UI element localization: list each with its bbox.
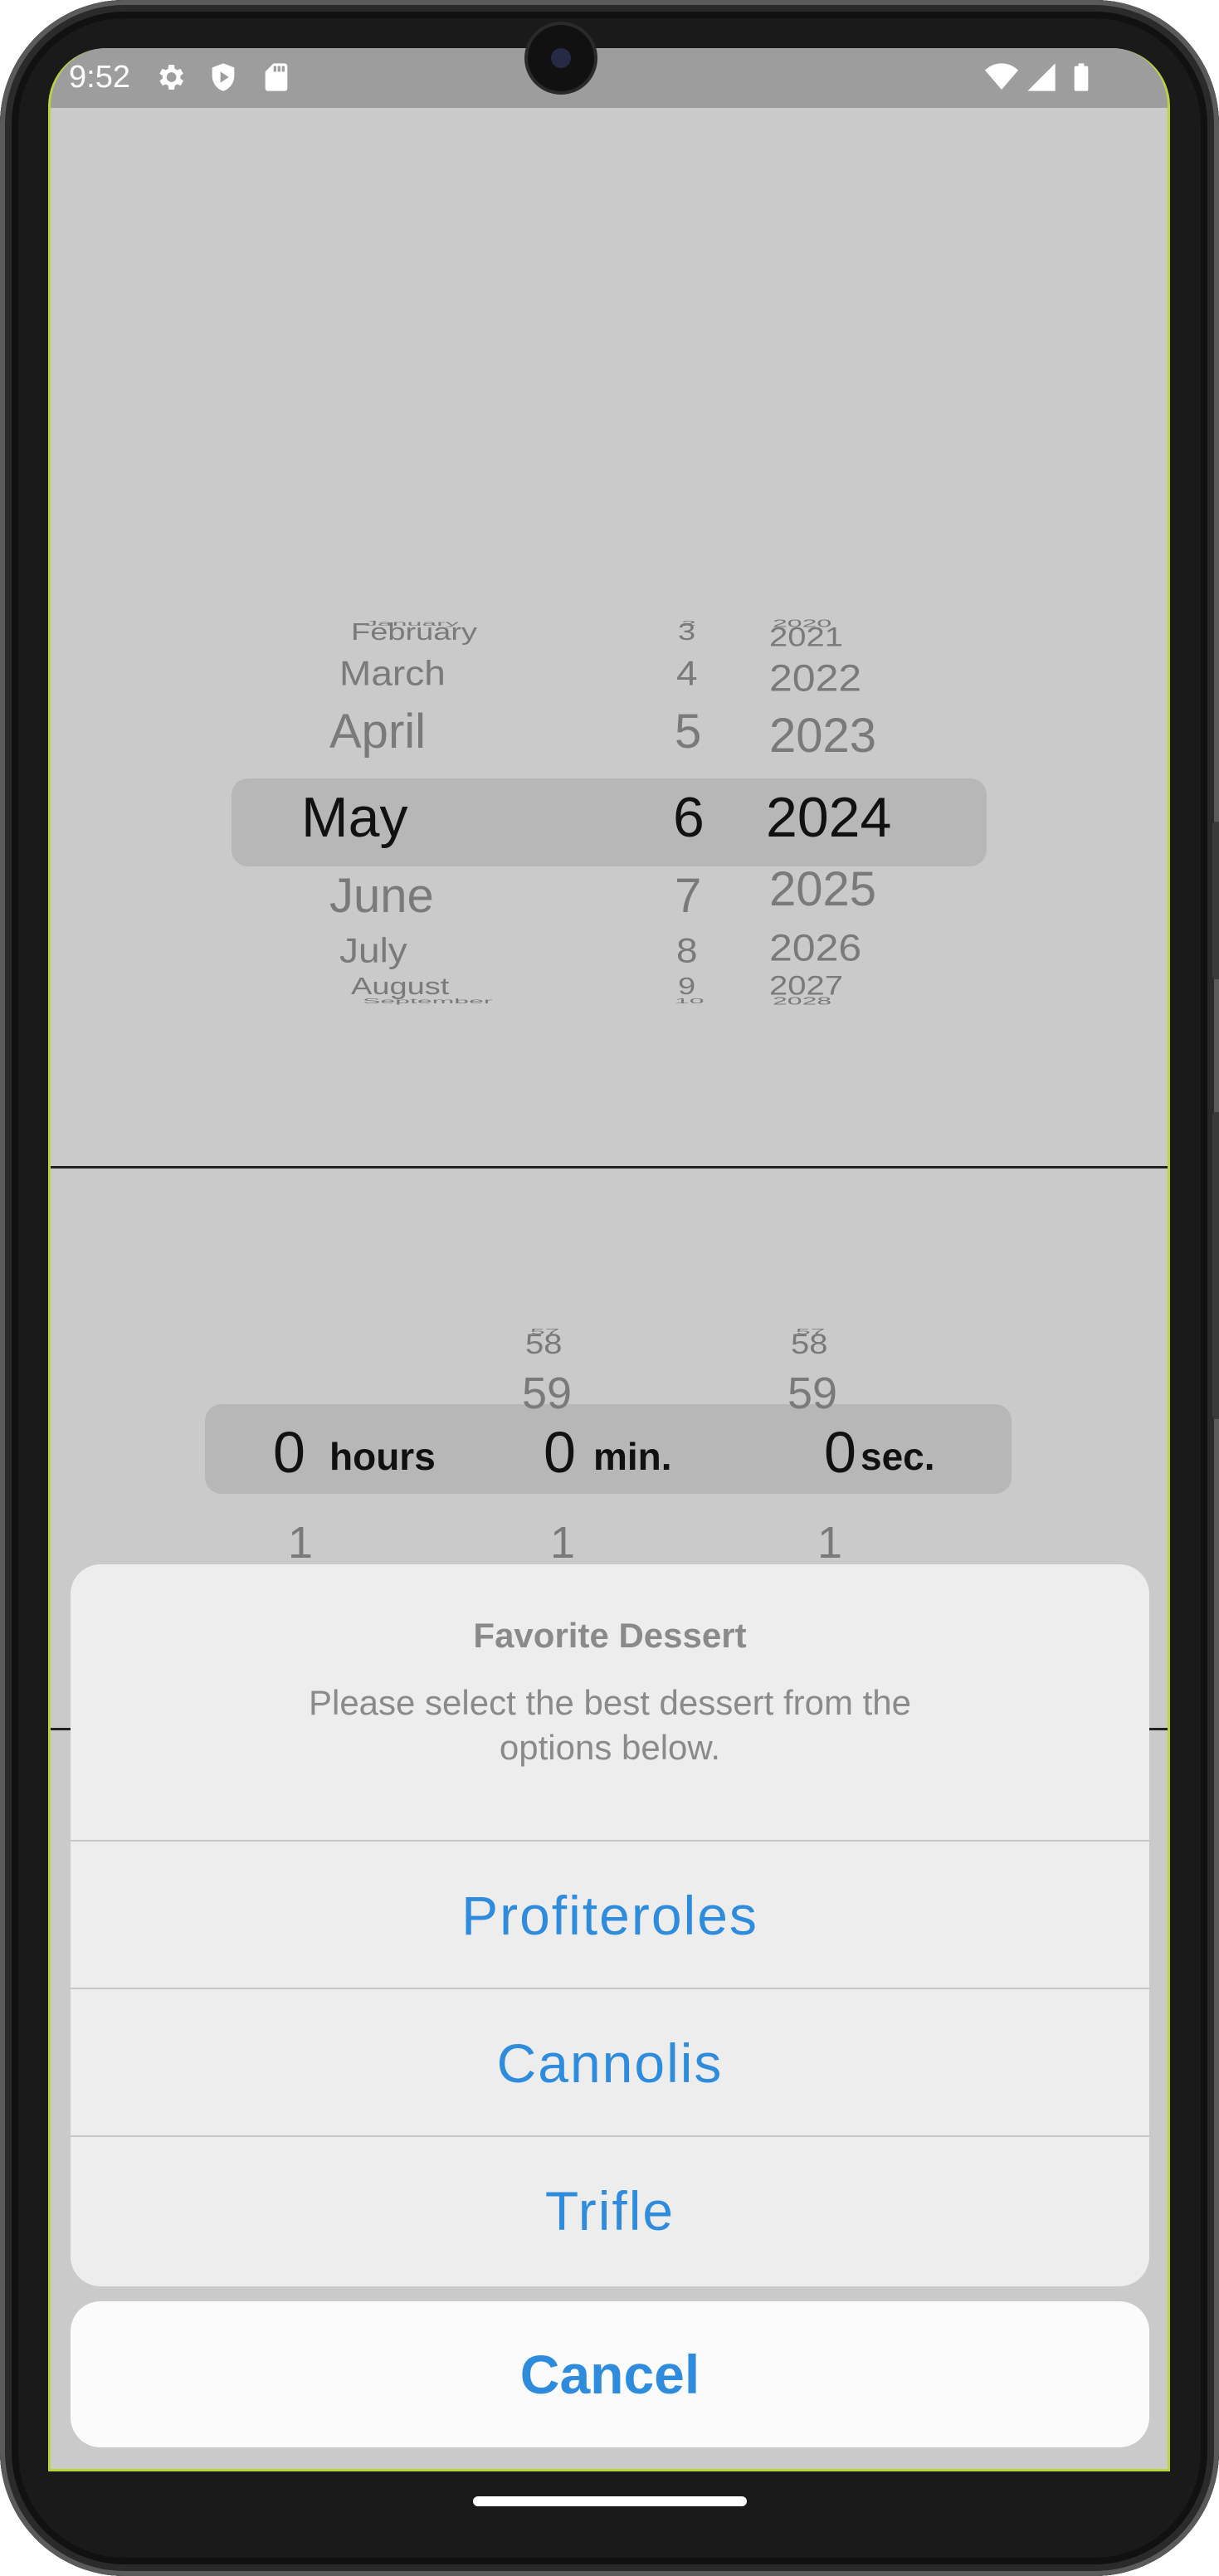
seconds-label: sec. bbox=[861, 1435, 935, 1478]
wheel-year[interactable]: 2028 bbox=[773, 995, 831, 1007]
wheel-day-selected[interactable]: 6 bbox=[673, 785, 705, 850]
wheel-hours-selected[interactable]: 0 bbox=[273, 1419, 305, 1486]
wheel-year[interactable]: 2023 bbox=[769, 708, 876, 764]
wheel-day[interactable]: 9 bbox=[678, 973, 695, 1000]
power-button bbox=[1212, 1112, 1219, 1419]
wheel-month[interactable]: September bbox=[363, 998, 493, 1005]
wheel-day[interactable]: 4 bbox=[676, 653, 698, 694]
wheel-month[interactable]: July bbox=[339, 930, 407, 971]
wheel-month[interactable]: August bbox=[351, 973, 449, 1000]
wheel-second[interactable]: 58 bbox=[791, 1329, 828, 1360]
home-indicator[interactable] bbox=[473, 2496, 747, 2506]
screen: 9:52 January February March April May Ju… bbox=[48, 48, 1170, 2471]
wheel-minutes-selected[interactable]: 0 bbox=[544, 1419, 576, 1486]
wheel-minute[interactable]: 59 bbox=[522, 1368, 572, 1419]
hours-label: hours bbox=[329, 1435, 436, 1478]
phone-frame: 9:52 January February March April May Ju… bbox=[0, 0, 1219, 2576]
wheel-year[interactable]: 2021 bbox=[769, 623, 843, 653]
wheel-year[interactable]: 2025 bbox=[769, 861, 876, 917]
wheel-year[interactable]: 2026 bbox=[769, 926, 861, 969]
action-sheet: Favorite Dessert Please select the best … bbox=[71, 1564, 1149, 2286]
front-camera bbox=[528, 25, 594, 91]
wheel-day[interactable]: 3 bbox=[678, 619, 695, 646]
wheel-minute[interactable]: 58 bbox=[525, 1329, 563, 1360]
wheel-month[interactable]: February bbox=[351, 619, 477, 646]
wheel-day[interactable]: 7 bbox=[675, 868, 701, 924]
wheel-year-selected[interactable]: 2024 bbox=[766, 785, 891, 850]
option-profiteroles[interactable]: Profiteroles bbox=[71, 1840, 1149, 1988]
volume-button bbox=[1212, 822, 1219, 979]
wheel-minutes[interactable]: 1 bbox=[550, 1517, 575, 1569]
option-cannolis[interactable]: Cannolis bbox=[71, 1988, 1149, 2135]
action-sheet-message: Please select the best dessert from the … bbox=[308, 1683, 912, 1767]
date-picker[interactable]: January February March April May June Ju… bbox=[51, 48, 1168, 1168]
wheel-hours[interactable]: 1 bbox=[288, 1517, 313, 1569]
wheel-second[interactable]: 59 bbox=[787, 1368, 837, 1419]
action-sheet-title: Favorite Dessert bbox=[473, 1616, 747, 1655]
action-sheet-header: Favorite Dessert Please select the best … bbox=[71, 1564, 1149, 1840]
wheel-month[interactable]: March bbox=[339, 653, 446, 694]
minutes-label: min. bbox=[593, 1435, 672, 1478]
wheel-day[interactable]: 10 bbox=[675, 998, 705, 1005]
wheel-month-selected[interactable]: May bbox=[301, 785, 407, 850]
wheel-year[interactable]: 2022 bbox=[769, 656, 861, 700]
wheel-seconds-selected[interactable]: 0 bbox=[824, 1419, 856, 1486]
cancel-button[interactable]: Cancel bbox=[71, 2301, 1149, 2447]
wheel-month[interactable]: April bbox=[329, 704, 426, 759]
wheel-seconds[interactable]: 1 bbox=[817, 1517, 842, 1569]
wheel-day[interactable]: 8 bbox=[676, 930, 698, 971]
option-trifle[interactable]: Trifle bbox=[71, 2135, 1149, 2283]
wheel-month[interactable]: June bbox=[329, 868, 434, 924]
wheel-day[interactable]: 5 bbox=[675, 704, 701, 759]
